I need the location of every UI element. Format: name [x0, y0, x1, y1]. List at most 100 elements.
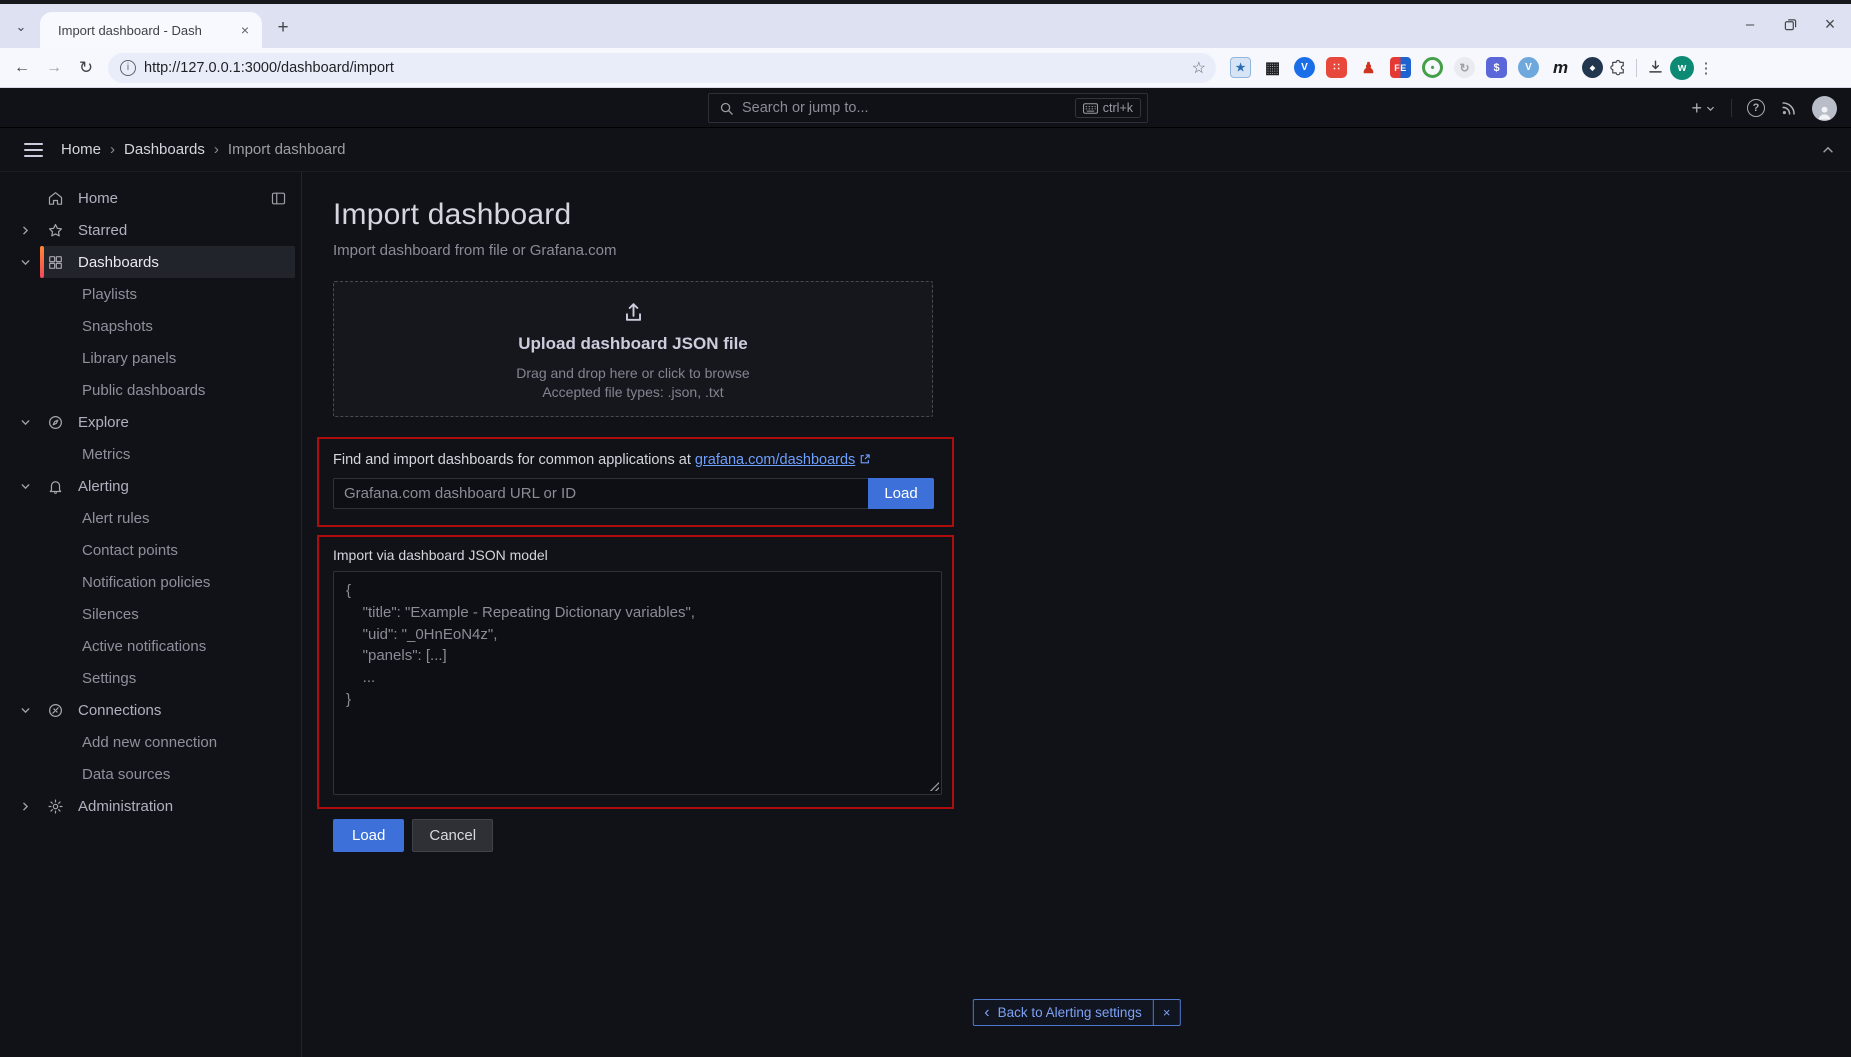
chevron-left-icon: ‹ [984, 1003, 990, 1021]
sidebar-item-label: Alert rules [82, 509, 150, 527]
minimize-icon[interactable]: – [1739, 16, 1761, 33]
sidebar-row: Snapshots [10, 310, 295, 342]
forward-icon[interactable]: → [40, 54, 68, 82]
sidebar-item-alerting[interactable]: Alerting [40, 470, 295, 502]
extension-blue-badge-icon[interactable]: $ [1486, 57, 1507, 78]
sidebar-item-silences[interactable]: Silences [40, 598, 295, 630]
sidebar-item-administration[interactable]: Administration [40, 790, 295, 822]
sidebar-item-playlists[interactable]: Playlists [40, 278, 295, 310]
gcom-url-input[interactable] [333, 478, 868, 509]
sidebar-row: Connections [10, 694, 295, 726]
tab-close-icon[interactable]: × [236, 21, 254, 39]
browser-profile-avatar[interactable]: w [1670, 55, 1694, 80]
toast-label: Back to Alerting settings [997, 1005, 1142, 1020]
url-bar[interactable]: i http://127.0.0.1:3000/dashboard/import… [108, 52, 1216, 83]
restore-icon[interactable] [1779, 18, 1801, 31]
sidebar-item-add-new-connection[interactable]: Add new connection [40, 726, 295, 758]
sidebar-item-label: Notification policies [82, 573, 211, 591]
tab-search-button[interactable]: ⌄ [8, 14, 34, 40]
extension-sync-icon[interactable]: ↻ [1454, 57, 1475, 78]
grid-icon [44, 251, 66, 273]
sidebar-item-library-panels[interactable]: Library panels [40, 342, 295, 374]
back-icon[interactable]: ← [8, 54, 36, 82]
browser-tab[interactable]: Import dashboard - Dash × [40, 12, 262, 48]
chevron-down-icon [1707, 106, 1714, 111]
grafana-dashboards-link[interactable]: grafana.com/dashboards [695, 452, 855, 468]
bookmark-star-icon[interactable]: ☆ [1192, 58, 1206, 78]
toolbar-separator [1636, 58, 1637, 77]
sidebar-item-public-dashboards[interactable]: Public dashboards [40, 374, 295, 406]
sidebar-item-home[interactable]: Home [40, 182, 265, 214]
sidebar-item-active-notifications[interactable]: Active notifications [40, 630, 295, 662]
url-text[interactable]: http://127.0.0.1:3000/dashboard/import [144, 60, 1184, 76]
chevron-right-icon[interactable] [10, 214, 40, 246]
dock-menu-icon[interactable] [265, 185, 291, 211]
home-icon [44, 187, 66, 209]
gcom-load-button[interactable]: Load [868, 478, 934, 509]
breadcrumb-dashboards[interactable]: Dashboards [124, 141, 205, 158]
sidebar-item-snapshots[interactable]: Snapshots [40, 310, 295, 342]
new-button[interactable]: + [1691, 98, 1716, 119]
sidebar-item-starred[interactable]: Starred [40, 214, 295, 246]
sidebar-item-label: Connections [78, 701, 162, 719]
load-button[interactable]: Load [333, 819, 405, 852]
extension-m-icon[interactable]: m [1550, 57, 1571, 78]
extensions-puzzle-icon[interactable] [1607, 57, 1628, 78]
extension-v-circle-icon[interactable]: V [1518, 57, 1539, 78]
chevron-down-icon[interactable] [10, 246, 40, 278]
sidebar-nav: Home Starred Dashboards Playlists Snapshots L… [0, 172, 302, 1057]
chevron-down-icon[interactable] [10, 406, 40, 438]
sidebar-item-settings[interactable]: Settings [40, 662, 295, 694]
upload-icon [620, 299, 647, 326]
help-icon[interactable]: ? [1747, 99, 1765, 117]
upload-dropzone[interactable]: Upload dashboard JSON file Drag and drop… [333, 281, 933, 417]
reload-icon[interactable]: ↻ [72, 54, 100, 82]
sidebar-item-label: Explore [78, 413, 129, 431]
sidebar-item-label: Add new connection [82, 733, 218, 751]
sidebar-item-data-sources[interactable]: Data sources [40, 758, 295, 790]
extension-v-balloon-icon[interactable]: V [1294, 57, 1315, 78]
sidebar-item-metrics[interactable]: Metrics [40, 438, 295, 470]
news-rss-icon[interactable] [1780, 100, 1797, 117]
sidebar-item-connections[interactable]: Connections [40, 694, 295, 726]
breadcrumb-separator: › [213, 141, 219, 158]
extension-qr-icon[interactable]: ▦ [1262, 57, 1283, 78]
sidebar-item-label: Metrics [82, 445, 131, 463]
toast-close-icon[interactable]: × [1152, 1000, 1180, 1025]
sidebar-row: Notification policies [10, 566, 295, 598]
sidebar-row: Library panels [10, 342, 295, 374]
sidebar-item-dashboards[interactable]: Dashboards [40, 246, 295, 278]
extension-figure-icon[interactable]: ♟ [1358, 57, 1379, 78]
sidebar-item-label: Home [78, 189, 119, 207]
close-window-icon[interactable]: × [1819, 14, 1841, 35]
dropzone-hint: Drag and drop here or click to browse [516, 364, 750, 381]
json-model-label: Import via dashboard JSON model [333, 547, 548, 563]
sidebar-item-alert-rules[interactable]: Alert rules [40, 502, 295, 534]
browser-menu-icon[interactable]: ⋮ [1698, 59, 1714, 77]
breadcrumb-home[interactable]: Home [61, 141, 101, 158]
user-avatar[interactable] [1812, 95, 1837, 121]
sidebar-item-label: Settings [82, 669, 137, 687]
extension-dice-icon[interactable]: ∷ [1326, 57, 1347, 78]
extension-fe-icon[interactable]: FE [1390, 57, 1411, 78]
collapse-up-icon[interactable] [1821, 143, 1835, 157]
chevron-down-icon[interactable] [10, 470, 40, 502]
grafana-logo[interactable] [23, 97, 45, 119]
extension-dark-bubble-icon[interactable]: ◆ [1582, 57, 1603, 78]
back-to-alerting-toast[interactable]: ‹ Back to Alerting settings × [972, 999, 1181, 1026]
cancel-button[interactable]: Cancel [412, 819, 494, 852]
sidebar-item-contact-points[interactable]: Contact points [40, 534, 295, 566]
mega-menu-icon[interactable] [24, 142, 43, 157]
extension-green-ring-icon[interactable]: • [1422, 57, 1443, 78]
search-input[interactable]: Search or jump to... ctrl+k [708, 93, 1148, 123]
extension-star-box-icon[interactable]: ★ [1230, 57, 1251, 78]
sidebar-item-notification-policies[interactable]: Notification policies [40, 566, 295, 598]
chevron-down-icon[interactable] [10, 694, 40, 726]
chevron-right-icon[interactable] [10, 790, 40, 822]
sidebar-item-label: Contact points [82, 541, 178, 559]
downloads-icon[interactable] [1645, 57, 1666, 78]
new-tab-button[interactable]: + [270, 15, 296, 41]
sidebar-item-explore[interactable]: Explore [40, 406, 295, 438]
site-info-icon[interactable]: i [120, 59, 136, 76]
json-model-textarea[interactable] [333, 571, 942, 795]
